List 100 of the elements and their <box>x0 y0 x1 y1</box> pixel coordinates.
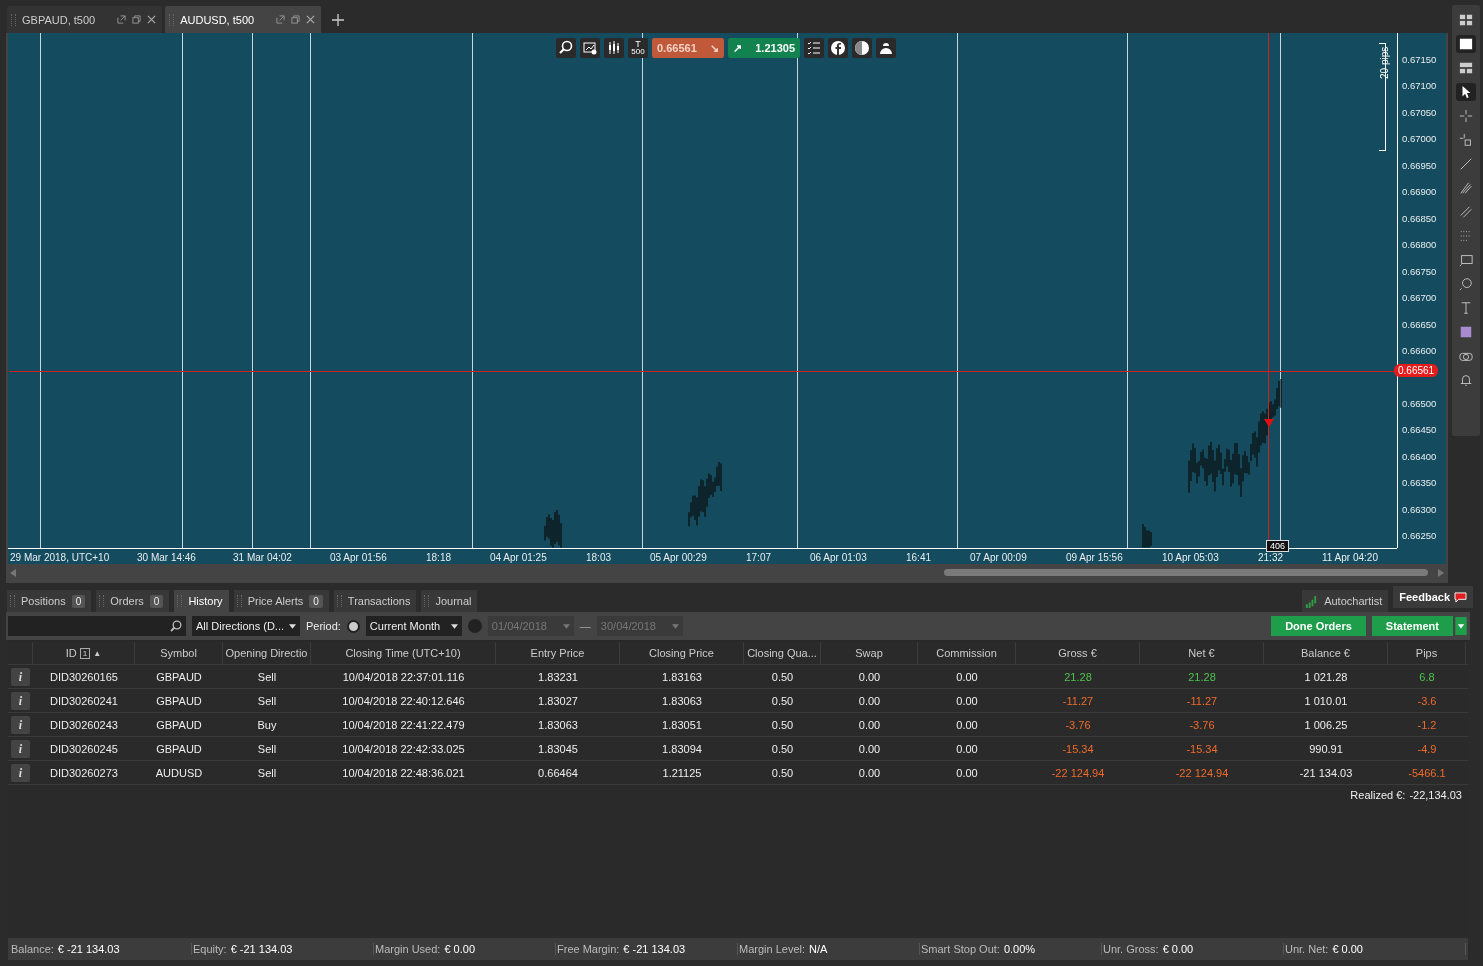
table-cell: GBPAUD <box>156 670 202 683</box>
table-cell: 0.00 <box>956 694 978 707</box>
candlestick-icon[interactable] <box>604 38 624 58</box>
table-cell: 0.50 <box>771 694 794 707</box>
add-tab-icon[interactable] <box>332 14 345 26</box>
time-axis-label: 09 Apr 15:56 <box>1066 552 1123 563</box>
table-cell: -11.27 <box>1186 694 1218 707</box>
list-icon[interactable] <box>804 38 824 58</box>
column-header[interactable]: ID <box>65 647 77 659</box>
column-header[interactable]: Closing Qua... <box>747 647 817 659</box>
popout-icon[interactable] <box>276 15 286 24</box>
price-axis-label: 0.66650 <box>1402 318 1437 330</box>
single-tool-icon[interactable] <box>1456 35 1476 53</box>
period-dropdown[interactable]: Current Month <box>365 616 462 636</box>
table-cell: 0.66464 <box>538 766 578 779</box>
info-button[interactable]: i <box>11 763 30 782</box>
time-axis-label: 03 Apr 01:56 <box>330 552 387 563</box>
status-label: Unr. Net: <box>1285 943 1329 955</box>
close-icon[interactable] <box>306 15 316 24</box>
status-label: Free Margin: <box>557 943 620 955</box>
table-cell: 0.00 <box>858 718 881 731</box>
table-cell: -21 134.03 <box>1299 766 1353 779</box>
column-header[interactable]: Opening Directio <box>225 647 308 659</box>
info-button[interactable]: i <box>11 691 30 710</box>
table-cell: 1 006.25 <box>1304 718 1348 731</box>
radio-button[interactable] <box>467 619 482 633</box>
detach-icon[interactable] <box>132 15 142 24</box>
search-field[interactable] <box>8 616 186 636</box>
column-header[interactable]: Balance € <box>1301 647 1350 659</box>
price-axis-label: 0.66800 <box>1402 239 1437 251</box>
table-cell: 1.83051 <box>662 718 702 731</box>
column-header[interactable]: Closing Price <box>649 647 714 659</box>
table-cell: 1 010.01 <box>1304 694 1348 707</box>
count-badge: 0 <box>149 594 164 608</box>
table-cell: 1.83045 <box>538 742 578 755</box>
table-cell: 0.00 <box>858 766 881 779</box>
panel-tab[interactable]: Orders 0 <box>96 590 170 612</box>
tick-period-button[interactable]: T 500 <box>628 38 648 58</box>
table-cell: 10/04/2018 22:48:36.021 <box>342 766 465 779</box>
radio-button[interactable] <box>346 619 360 633</box>
column-header[interactable]: Net € <box>1188 647 1215 659</box>
table-cell: 0.50 <box>771 742 794 755</box>
zoom-icon[interactable] <box>556 38 576 58</box>
table-cell: 1.21125 <box>662 766 702 779</box>
popout-icon[interactable] <box>117 15 127 24</box>
info-button[interactable]: i <box>11 667 30 686</box>
time-axis-label: 17:07 <box>746 552 772 563</box>
table-cell: Buy <box>257 718 277 731</box>
table-cell: -1.2 <box>1417 718 1437 731</box>
table-cell: Sell <box>257 694 277 707</box>
price-axis-label: 0.66500 <box>1402 397 1437 409</box>
info-button[interactable]: i <box>11 739 30 758</box>
time-axis-label: 04 Apr 01:25 <box>490 552 547 563</box>
table-cell: AUDUSD <box>155 766 203 779</box>
scrollbar-thumb[interactable] <box>944 569 1428 576</box>
feedback-button[interactable]: Feedback <box>1393 586 1473 608</box>
table-cell: -3.76 <box>1065 718 1091 731</box>
direction-dropdown[interactable]: All Directions (D... <box>192 616 300 636</box>
count-badge: 0 <box>71 594 86 608</box>
column-header[interactable]: Symbol <box>160 647 197 659</box>
profile-icon[interactable] <box>876 38 896 58</box>
panel-tab[interactable]: Transactions <box>333 590 417 612</box>
column-header[interactable]: Commission <box>936 647 997 659</box>
panel-tab[interactable]: Price Alerts 0 <box>233 590 329 612</box>
status-value: € -21 134.03 <box>623 943 686 955</box>
info-button[interactable]: i <box>11 715 30 734</box>
column-header[interactable]: Gross € <box>1058 647 1097 659</box>
table-cell: -3.6 <box>1417 694 1437 707</box>
column-header[interactable]: Pips <box>1415 647 1438 659</box>
table-cell: GBPAUD <box>156 742 202 755</box>
cursor-tool-icon[interactable] <box>1456 83 1476 101</box>
table-cell: 1.83094 <box>662 742 702 755</box>
panel-tab[interactable]: Positions 0 <box>7 590 92 612</box>
chart-settings-icon[interactable] <box>580 38 600 58</box>
column-header[interactable]: Closing Time (UTC+10) <box>345 647 461 659</box>
table-cell: Sell <box>257 742 277 755</box>
realized-label: Realized €: <box>1350 789 1406 801</box>
share-icon[interactable] <box>828 38 848 58</box>
status-label: Balance: <box>11 943 54 955</box>
chart-tab[interactable]: AUDUSD, t500 <box>165 6 322 33</box>
chart-tab[interactable]: GBPAUD, t500 <box>7 6 163 33</box>
caret-icon[interactable] <box>1454 617 1468 635</box>
search-icon <box>170 620 182 632</box>
table-cell: 990.91 <box>1309 742 1343 755</box>
autochartist-tab[interactable]: Autochartist <box>1302 590 1389 612</box>
candles-drawing <box>544 510 562 548</box>
panel-tab[interactable]: Journal <box>421 590 478 612</box>
panel-tab[interactable]: History <box>174 590 229 612</box>
column-header[interactable]: Entry Price <box>530 647 585 659</box>
table-cell: -5466.1 <box>1408 766 1446 779</box>
close-icon[interactable] <box>147 15 157 24</box>
detach-icon[interactable] <box>291 15 301 24</box>
table-cell: DID30260245 <box>50 742 118 755</box>
status-value: 0.00% <box>1003 943 1036 955</box>
buy-button[interactable]: ↗ 1.21305 <box>728 38 800 58</box>
table-cell: GBPAUD <box>156 718 202 731</box>
time-axis-label: 18:03 <box>586 552 612 563</box>
count-badge: 0 <box>309 594 323 608</box>
column-header[interactable]: Swap <box>855 647 883 659</box>
table-cell: 0.00 <box>858 742 881 755</box>
